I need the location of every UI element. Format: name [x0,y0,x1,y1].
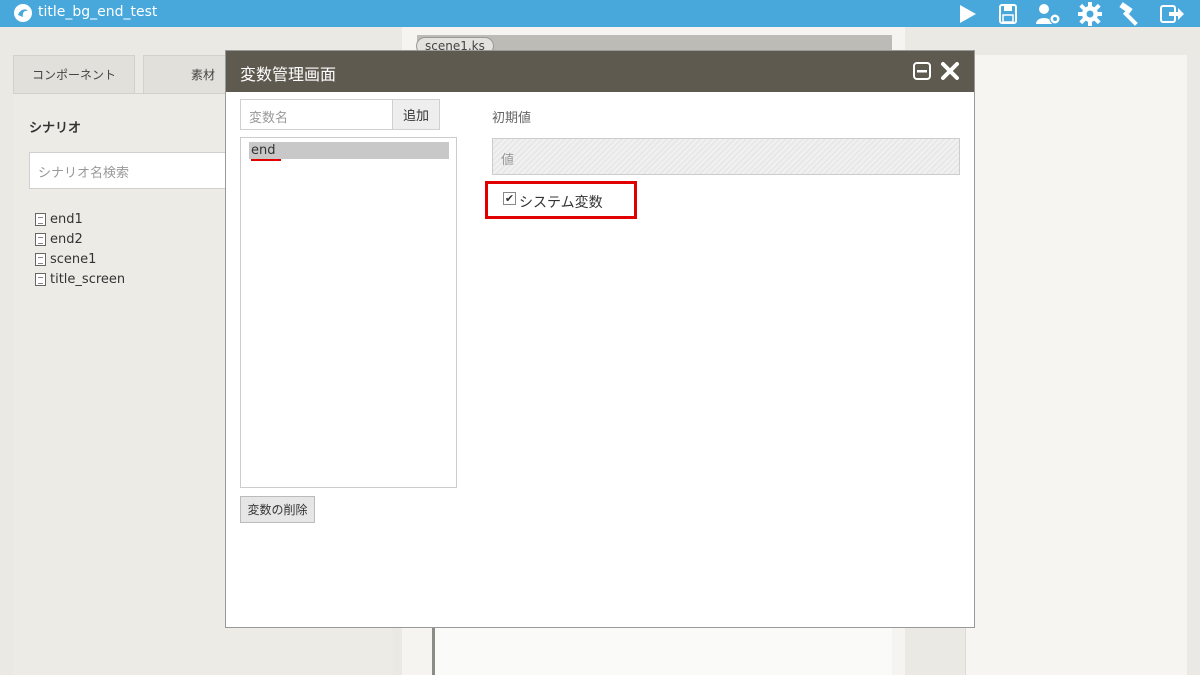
file-icon [35,252,46,266]
list-item[interactable]: end2 [35,229,125,249]
close-icon[interactable] [940,61,960,81]
list-item[interactable]: scene1 [35,249,125,269]
tab-components[interactable]: コンポーネント [13,55,135,93]
user-settings-icon[interactable] [1033,0,1063,27]
delete-variable-button[interactable]: 変数の削除 [240,496,315,523]
system-variable-checkbox[interactable]: ✔ [503,192,516,205]
right-panel [965,55,1187,675]
hammer-icon[interactable] [1116,0,1146,27]
initial-value-label: 初期値 [492,111,532,126]
top-bar: title_bg_end_test [0,0,1200,27]
project-title: title_bg_end_test [38,4,158,20]
spelling-underline [251,159,281,161]
file-icon [35,232,46,246]
list-item[interactable]: title_screen [35,269,125,289]
initial-value-input[interactable]: 値 [492,138,960,175]
variable-manager-dialog: 変数管理画面 変数名 追加 end 変数の削除 初期値 値 ✔ システム変数 [225,50,975,628]
gear-icon[interactable] [1075,0,1105,27]
app-logo-icon [14,4,32,22]
list-item[interactable]: end [249,142,449,159]
minimize-icon[interactable] [912,61,932,81]
save-icon[interactable] [993,0,1023,27]
exit-icon[interactable] [1157,0,1187,27]
file-icon [35,212,46,226]
variable-name-input[interactable]: 変数名 [240,99,393,130]
play-icon[interactable] [952,0,982,27]
dialog-header: 変数管理画面 [226,51,974,92]
list-item[interactable]: end1 [35,209,125,229]
dialog-title: 変数管理画面 [240,65,337,84]
scenario-file-list: end1 end2 scene1 title_screen [35,209,125,289]
variable-list[interactable]: end [240,137,457,488]
scenario-heading: シナリオ [29,121,82,136]
add-variable-button[interactable]: 追加 [392,99,440,130]
file-icon [35,272,46,286]
system-variable-label: システム変数 [519,195,603,211]
